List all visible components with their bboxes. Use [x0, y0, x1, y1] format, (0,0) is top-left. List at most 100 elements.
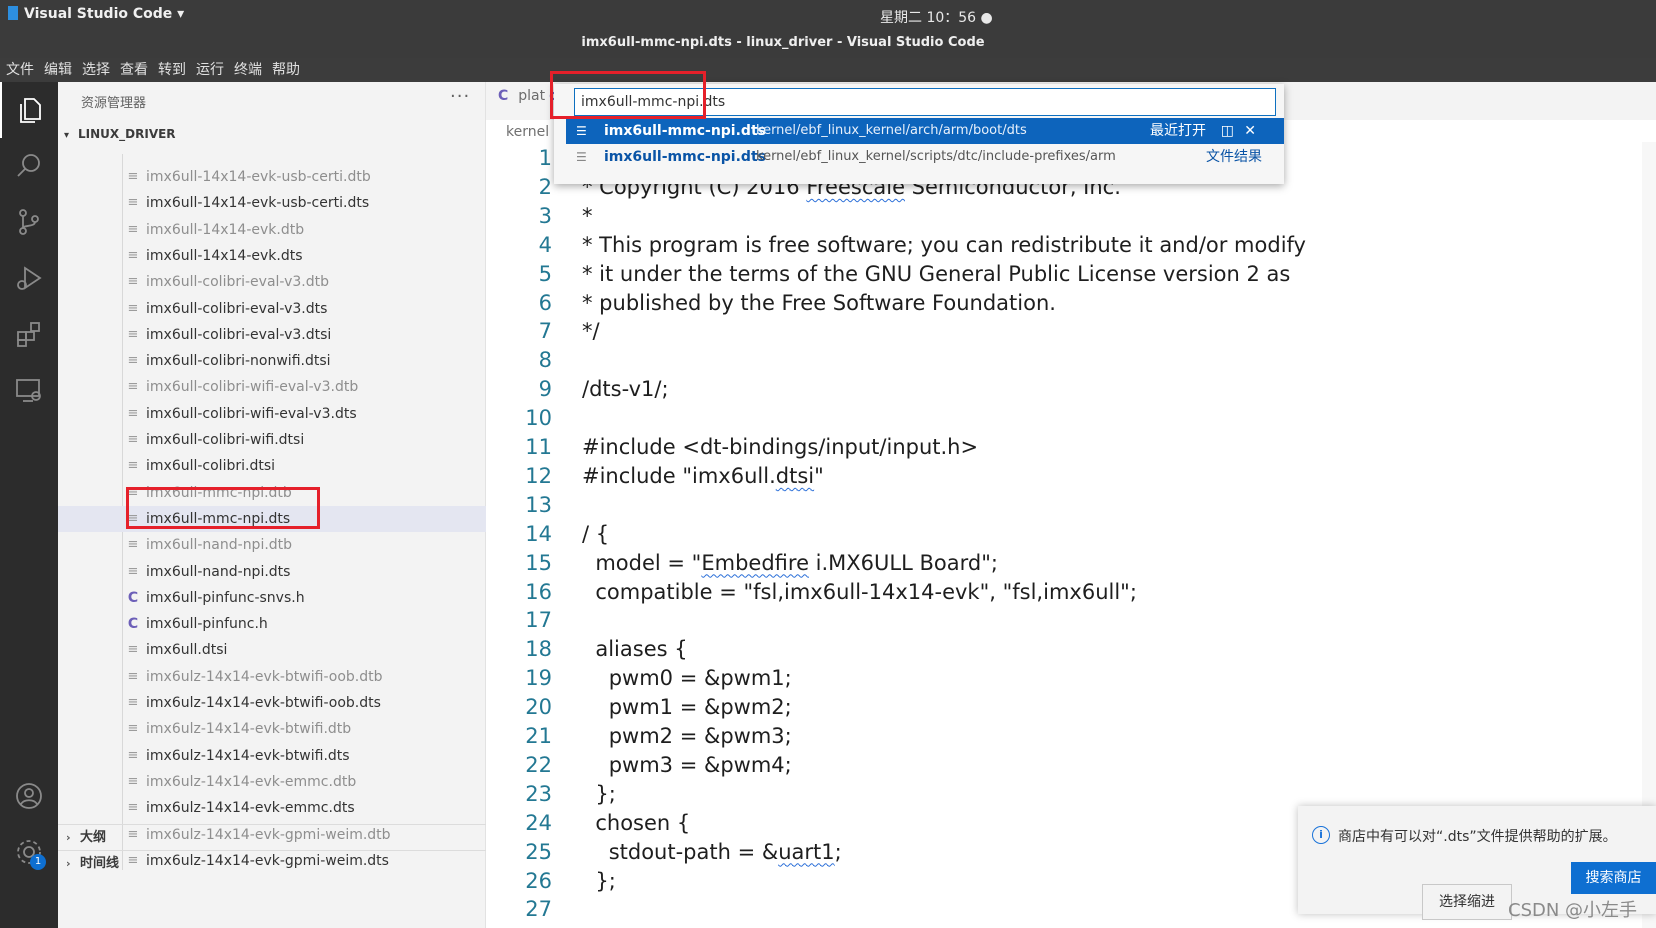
file-icon: ≡ — [127, 800, 139, 816]
file-tree-item[interactable]: ≡ imx6ull-nand-npi.dtb — [58, 532, 486, 558]
app-name: Visual Studio Code — [24, 6, 173, 22]
menu-run[interactable]: 运行 — [191, 58, 229, 82]
source-control-icon[interactable] — [0, 194, 58, 250]
file-icon: ☰ — [576, 150, 587, 164]
line-number: 14 — [525, 521, 552, 546]
file-tree-item[interactable]: ≡ imx6ulz-14x14-evk-btwifi-oob.dts — [58, 690, 486, 716]
file-icon: ≡ — [127, 326, 139, 342]
line-number: 7 — [538, 319, 552, 344]
c-file-icon: C — [127, 589, 139, 606]
title-bar: imx6ull-mmc-npi.dts - linux_driver - Vis… — [0, 32, 1656, 58]
line-number: 22 — [525, 752, 552, 777]
line-number: 17 — [525, 608, 552, 633]
app-menu[interactable]: Visual Studio Code ▾ — [8, 6, 184, 22]
clock[interactable]: 星期二 10：56 ● — [880, 7, 993, 27]
code-line: / { — [582, 521, 610, 546]
line-number: 27 — [525, 897, 552, 922]
file-tree-item[interactable]: ≡ imx6ull.dtsi — [58, 637, 486, 663]
file-tree-item[interactable]: ≡ imx6ull-nand-npi.dts — [58, 559, 486, 585]
line-number: 6 — [538, 290, 552, 315]
file-tree-item[interactable]: ≡ imx6ulz-14x14-evk-btwifi.dts — [58, 743, 486, 769]
remote-explorer-icon[interactable] — [0, 362, 58, 418]
extensions-icon[interactable] — [0, 306, 58, 362]
file-tree-item[interactable]: ≡ imx6ull-colibri-eval-v3.dtsi — [58, 322, 486, 348]
file-tree-item[interactable]: ≡ imx6ulz-14x14-evk-emmc.dts — [58, 795, 486, 821]
menu-terminal[interactable]: 终端 — [229, 58, 267, 82]
close-icon[interactable]: ✕ — [1244, 118, 1256, 144]
file-tree-item[interactable]: ≡ imx6ull-colibri-wifi-eval-v3.dtb — [58, 374, 486, 400]
file-tree-item[interactable]: ≡ imx6ull-14x14-evk.dts — [58, 243, 486, 269]
code-line: /dts-v1/; — [582, 377, 669, 402]
file-icon: ≡ — [127, 458, 139, 474]
workspace-root[interactable]: ▾ LINUX_DRIVER — [64, 127, 176, 141]
file-tree-item[interactable]: ≡ imx6ull-14x14-evk.dtb — [58, 217, 486, 243]
line-number: 5 — [538, 261, 552, 286]
code-line: aliases { — [582, 637, 688, 662]
code-line: * published by the Free Software Foundat… — [582, 290, 1056, 315]
file-icon: ≡ — [127, 668, 139, 684]
timeline-section[interactable]: › 时间线 — [58, 850, 486, 876]
code-line: pwm0 = &pwm1; — [582, 666, 792, 691]
activity-bar: 1 — [0, 82, 58, 928]
code-line: chosen { — [582, 810, 691, 835]
file-tree-item[interactable]: ≡ imx6ull-14x14-evk-usb-certi.dtb — [58, 164, 486, 190]
file-tree-item[interactable]: ≡ imx6ull-colibri-nonwifi.dtsi — [58, 348, 486, 374]
tab-label: plat — [518, 88, 546, 104]
file-name: imx6ull-colibri-wifi-eval-v3.dts — [146, 405, 357, 422]
gear-icon[interactable]: 1 — [0, 824, 58, 880]
timeline-label: 时间线 — [80, 856, 120, 871]
chevron-right-icon: › — [66, 857, 71, 870]
code-line: stdout-path = &uart1; — [582, 839, 842, 864]
explorer-title: 资源管理器 — [81, 96, 147, 111]
menu-go[interactable]: 转到 — [153, 58, 191, 82]
file-icon: ≡ — [127, 405, 139, 421]
file-icon: ≡ — [127, 195, 139, 211]
run-debug-icon[interactable] — [0, 250, 58, 306]
file-name: imx6ull-pinfunc-snvs.h — [146, 589, 305, 606]
line-number: 8 — [538, 348, 552, 373]
breadcrumb[interactable]: kernel › — [506, 124, 559, 140]
menu-view[interactable]: 查看 — [115, 58, 153, 82]
line-number: 9 — [538, 377, 552, 402]
file-tree-item[interactable]: Cimx6ull-pinfunc.h — [58, 611, 486, 637]
file-name: imx6ull-colibri.dtsi — [146, 458, 276, 475]
file-name: imx6ull-colibri-wifi.dtsi — [146, 432, 305, 448]
file-icon: ≡ — [127, 642, 139, 658]
menu-file[interactable]: 文件 — [0, 58, 39, 82]
clock-text: 星期二 10：56 — [880, 10, 977, 26]
file-tree-item[interactable]: ≡ imx6ull-colibri-eval-v3.dts — [58, 296, 486, 322]
file-tree-item[interactable]: ≡ imx6ull-colibri.dtsi — [58, 453, 486, 479]
c-file-icon: C — [127, 616, 139, 633]
account-icon[interactable] — [0, 768, 58, 824]
menu-edit[interactable]: 编辑 — [39, 58, 77, 82]
file-tree-item[interactable]: ≡ imx6ull-14x14-evk-usb-certi.dts — [58, 190, 486, 216]
more-actions-icon[interactable]: ··· — [450, 86, 470, 107]
watermark: CSDN @小左手 — [1508, 900, 1638, 921]
line-number: 11 — [525, 435, 552, 459]
search-marketplace-button[interactable]: 搜索商店 — [1571, 862, 1656, 894]
file-tree-item[interactable]: ≡ imx6ull-colibri-wifi.dtsi — [58, 427, 486, 453]
menu-help[interactable]: 帮助 — [267, 58, 305, 82]
quick-open-result[interactable]: ☰ imx6ull-mmc-npi.dts kernel/ebf_linux_k… — [566, 118, 1284, 144]
quick-open-result[interactable]: ☰ imx6ull-mmc-npi.dts kernel/ebf_linux_k… — [566, 144, 1284, 170]
os-top-bar: Visual Studio Code ▾ 星期二 10：56 ● — [0, 0, 1656, 32]
line-number: 2 — [538, 174, 552, 199]
info-icon: i — [1312, 826, 1330, 844]
outline-section[interactable]: › 大纲 — [58, 824, 486, 850]
file-tree-item[interactable]: ≡ imx6ulz-14x14-evk-emmc.dtb — [58, 769, 486, 795]
editor-tab[interactable]: Cplatc — [498, 88, 557, 104]
file-icon: ≡ — [127, 563, 139, 579]
line-number: 26 — [525, 868, 552, 893]
file-tree-item[interactable]: Cimx6ull-pinfunc-snvs.h — [58, 585, 486, 611]
file-tree-item[interactable]: ≡ imx6ulz-14x14-evk-btwifi.dtb — [58, 716, 486, 742]
search-icon[interactable] — [0, 138, 58, 194]
file-tree-item[interactable]: ≡ imx6ull-colibri-eval-v3.dtb — [58, 269, 486, 295]
result-name: imx6ull-mmc-npi.dts — [604, 149, 766, 165]
file-tree-item[interactable]: ≡ imx6ulz-14x14-evk-btwifi-oob.dtb — [58, 664, 486, 690]
open-to-side-icon[interactable]: ◫ — [1221, 118, 1234, 144]
file-tree-item[interactable]: ≡ imx6ull-colibri-wifi-eval-v3.dts — [58, 401, 486, 427]
code-line: }; — [582, 868, 616, 893]
explorer-icon[interactable] — [0, 82, 58, 138]
chevron-down-icon: ▾ — [64, 130, 70, 141]
menu-selection[interactable]: 选择 — [77, 58, 115, 82]
